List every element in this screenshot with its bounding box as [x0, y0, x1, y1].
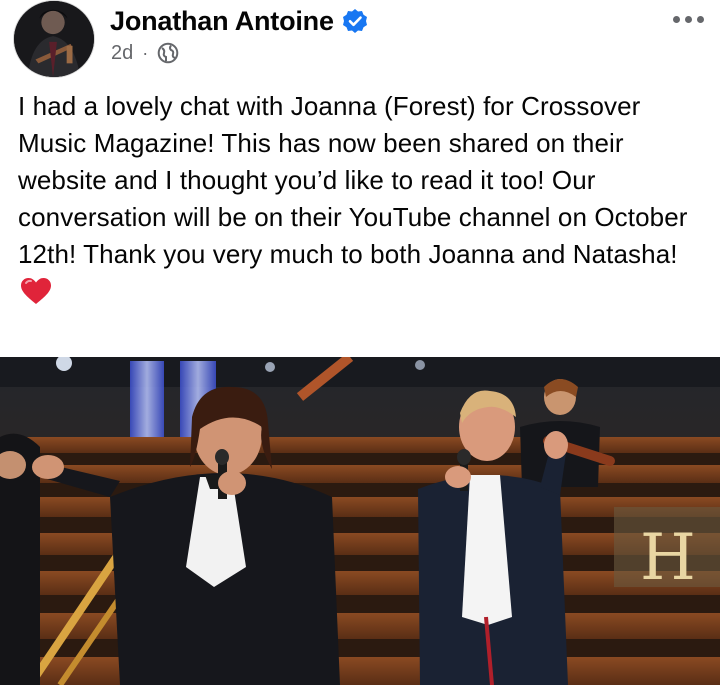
author-row: Jonathan Antoine — [110, 4, 368, 38]
dot-icon — [684, 15, 692, 23]
verified-badge-icon — [342, 8, 368, 34]
post-header: Jonathan Antoine 2d · — [0, 0, 720, 80]
globe-icon[interactable] — [157, 42, 179, 64]
post-timestamp[interactable]: 2d — [111, 42, 133, 65]
photo-sign-letter: H — [640, 521, 696, 595]
post-photo[interactable]: H — [0, 357, 720, 685]
more-options-icon[interactable] — [668, 6, 708, 32]
meta-separator: · — [142, 42, 149, 63]
post-text: I had a lovely chat with Joanna (Forest)… — [18, 88, 708, 310]
post-meta: 2d · — [111, 40, 179, 66]
profile-avatar[interactable] — [13, 0, 95, 78]
dot-icon — [696, 15, 704, 23]
dot-icon — [672, 15, 680, 23]
author-name[interactable]: Jonathan Antoine — [110, 6, 334, 37]
post-message: I had a lovely chat with Joanna (Forest)… — [18, 91, 688, 269]
red-heart-icon — [20, 277, 52, 305]
facebook-post: Jonathan Antoine 2d · I had a lovely cha… — [0, 0, 720, 685]
